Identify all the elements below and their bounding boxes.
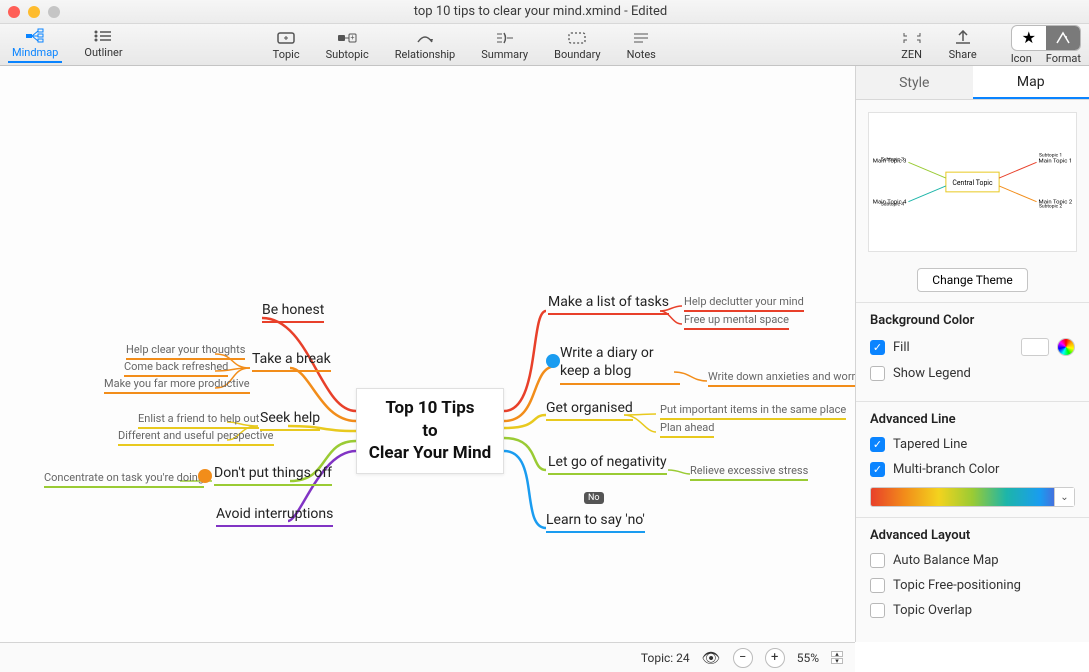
svg-text:Main Topic 1: Main Topic 1 [1039, 158, 1073, 164]
sub-org-2[interactable]: Plan ahead [660, 421, 714, 438]
maximize-icon[interactable] [48, 6, 60, 18]
branch-color-selector[interactable]: ⌄ [870, 487, 1075, 507]
right-toggle: ★ IconFormat [1011, 25, 1081, 65]
tab-map[interactable]: Map [973, 66, 1089, 99]
topic-make-list[interactable]: Make a list of tasks [548, 294, 669, 315]
visibility-icon[interactable]: 👁 [702, 649, 721, 667]
advlayout-heading: Advanced Layout [870, 528, 1075, 543]
close-icon[interactable] [8, 6, 20, 18]
topic-sayno[interactable]: Learn to say 'no' [546, 512, 645, 533]
summary-button[interactable]: Summary [477, 29, 532, 61]
mindmap-canvas[interactable]: Top 10 Tips to Clear Your Mind Be honest… [0, 66, 855, 642]
sub-list-2[interactable]: Free up mental space [684, 313, 789, 330]
window-title: top 10 tips to clear your mind.xmind - E… [60, 4, 1021, 19]
svg-text:Central Topic: Central Topic [952, 179, 993, 187]
topic-dont-put[interactable]: Don't put things off [214, 465, 332, 486]
no-tag-icon: No [584, 492, 604, 504]
zoom-in-button[interactable]: + [765, 648, 785, 668]
sub-org-1[interactable]: Put important items in the same place [660, 403, 846, 420]
sub-dont-put-1[interactable]: Concentrate on task you're doing [44, 471, 204, 488]
mindmap-label: Mindmap [12, 46, 58, 59]
marker-icon [546, 354, 560, 368]
priority-icon [198, 469, 212, 483]
boundary-button[interactable]: Boundary [550, 29, 604, 61]
relationship-button[interactable]: Relationship [391, 29, 459, 61]
sub-seek-2[interactable]: Different and useful perspective [118, 429, 274, 446]
color-picker-icon[interactable] [1057, 338, 1075, 356]
zoom-level: 55% [797, 651, 819, 665]
zoom-stepper[interactable]: ▴▾ [831, 651, 843, 664]
dropdown-icon[interactable]: ⌄ [1054, 488, 1074, 506]
sub-take-break-3[interactable]: Make you far more productive [104, 377, 250, 394]
status-bar: Topic: 24 👁 − + 55% ▴▾ [0, 642, 855, 672]
sub-letgo-1[interactable]: Relieve excessive stress [690, 464, 808, 481]
multibranch-checkbox[interactable] [870, 462, 885, 477]
svg-text:Subtopic 1: Subtopic 1 [1039, 152, 1062, 158]
topic-button[interactable]: Topic [269, 29, 304, 61]
view-mindmap-button[interactable]: Mindmap [8, 27, 62, 63]
share-button[interactable]: Share [945, 29, 981, 61]
zen-button[interactable]: ZEN [897, 29, 927, 61]
topic-diary[interactable]: Write a diary or keep a blog [560, 344, 680, 385]
outliner-label: Outliner [84, 46, 122, 59]
topic-be-honest[interactable]: Be honest [262, 302, 324, 323]
autobalance-checkbox[interactable] [870, 553, 885, 568]
format-panel: Style Map Central Topic Main Topic 3 Mai… [855, 66, 1089, 642]
overlap-checkbox[interactable] [870, 603, 885, 618]
topic-count: Topic: 24 [641, 651, 690, 665]
fill-checkbox[interactable] [870, 340, 885, 355]
subtopic-button[interactable]: +Subtopic [322, 29, 373, 61]
notes-button[interactable]: Notes [623, 29, 660, 61]
svg-text:Subtopic 2: Subtopic 2 [1039, 204, 1062, 210]
change-theme-button[interactable]: Change Theme [917, 268, 1027, 292]
topic-avoid[interactable]: Avoid interruptions [216, 506, 333, 527]
topic-organised[interactable]: Get organised [546, 400, 633, 421]
view-outliner-button[interactable]: Outliner [80, 27, 126, 63]
zoom-out-button[interactable]: − [733, 648, 753, 668]
topic-take-break[interactable]: Take a break [252, 351, 331, 372]
advline-heading: Advanced Line [870, 412, 1075, 427]
freepos-checkbox[interactable] [870, 578, 885, 593]
theme-thumbnail: Central Topic Main Topic 3 Main Topic 4 … [868, 112, 1077, 252]
fill-swatch[interactable] [1021, 338, 1049, 356]
legend-checkbox[interactable] [870, 366, 885, 381]
tab-style[interactable]: Style [856, 66, 973, 99]
sub-diary-1[interactable]: Write down anxieties and worries [708, 370, 855, 387]
tapered-checkbox[interactable] [870, 437, 885, 452]
central-topic[interactable]: Top 10 Tips to Clear Your Mind [356, 388, 504, 474]
bgcolor-heading: Background Color [870, 313, 1075, 328]
minimize-icon[interactable] [28, 6, 40, 18]
svg-text:Subtopic 3: Subtopic 3 [881, 156, 904, 162]
icon-panel-toggle[interactable]: ★ [1012, 26, 1046, 50]
window-controls [8, 6, 60, 18]
toolbar: Mindmap Outliner Topic +Subtopic Relatio… [0, 24, 1089, 66]
sub-list-1[interactable]: Help declutter your mind [684, 295, 804, 312]
format-panel-toggle[interactable] [1046, 26, 1080, 50]
sub-take-break-2[interactable]: Come back refreshed [124, 360, 228, 377]
sub-seek-1[interactable]: Enlist a friend to help out [138, 412, 259, 429]
sub-take-break-1[interactable]: Help clear your thoughts [126, 343, 245, 360]
svg-text:+: + [351, 34, 355, 42]
svg-text:Subtopic 4: Subtopic 4 [881, 202, 904, 208]
topic-seek-help[interactable]: Seek help [260, 410, 320, 431]
topic-letgo[interactable]: Let go of negativity [548, 454, 667, 475]
titlebar: top 10 tips to clear your mind.xmind - E… [0, 0, 1089, 24]
